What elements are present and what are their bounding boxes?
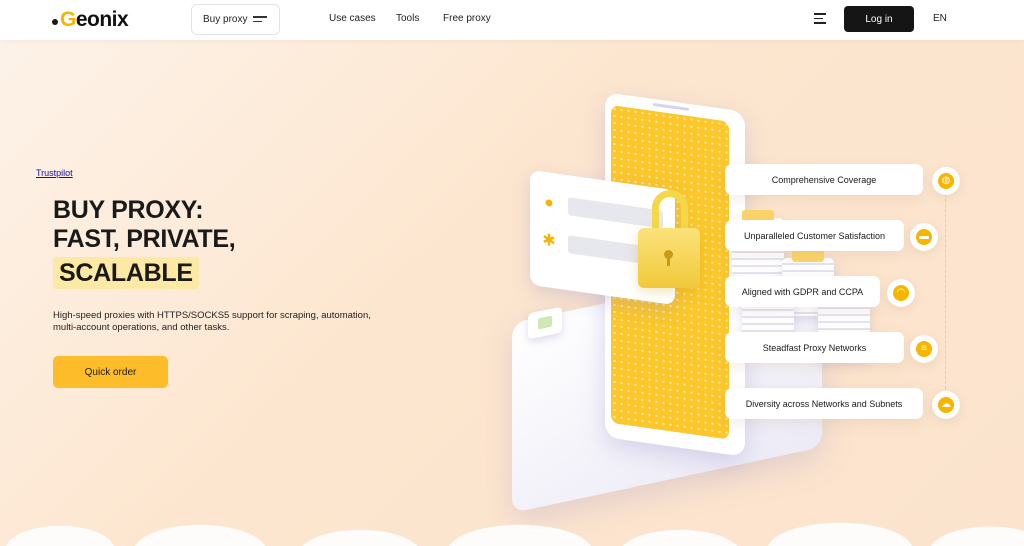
nav-tools[interactable]: Tools xyxy=(396,13,419,24)
cloud-network-icon: ☁ xyxy=(932,391,960,419)
hero-title-line2: FAST, PRIVATE, xyxy=(53,225,236,253)
cloud-decoration xyxy=(0,490,1024,546)
nav-free-proxy[interactable]: Free proxy xyxy=(443,13,491,24)
feature-card-networks: Steadfast Proxy Networks xyxy=(725,332,904,363)
buy-proxy-label: Buy proxy xyxy=(203,14,248,25)
feature-card-gdpr: Aligned with GDPR and CCPA xyxy=(725,276,880,307)
quick-order-button[interactable]: Quick order xyxy=(53,356,168,388)
buy-proxy-button[interactable]: Buy proxy xyxy=(191,4,280,35)
language-selector[interactable]: EN xyxy=(933,13,947,24)
hamburger-menu-icon[interactable] xyxy=(814,13,826,27)
padlock-icon xyxy=(638,228,700,288)
asterisk-icon: ✱ xyxy=(542,231,556,251)
geonix-logo[interactable]: G eonix xyxy=(52,8,129,32)
menu-lines-icon xyxy=(253,16,267,25)
feature-card-diversity: Diversity across Networks and Subnets xyxy=(725,388,923,419)
login-button[interactable]: Log in xyxy=(844,6,914,32)
hero-description: High-speed proxies with HTTPS/SOCKS5 sup… xyxy=(53,310,371,333)
nav-use-cases[interactable]: Use cases xyxy=(329,13,376,24)
globe-icon: ◍ xyxy=(932,167,960,195)
phone-notch xyxy=(653,102,689,111)
incognito-icon: ◠ xyxy=(887,279,915,307)
logo-text: eonix xyxy=(75,8,129,31)
server-icon: ≡ xyxy=(910,335,938,363)
trustpilot-link[interactable]: Trustpilot xyxy=(36,168,73,178)
logo-g: G xyxy=(60,8,76,31)
connector-line xyxy=(945,194,946,394)
hero-title-line1: BUY PROXY: xyxy=(53,196,204,224)
feature-card-coverage: Comprehensive Coverage xyxy=(725,164,923,195)
chat-icon: ▬ xyxy=(910,223,938,251)
logo-dot xyxy=(52,19,58,25)
username-row xyxy=(568,197,663,229)
feature-card-satisfaction: Unparalleled Customer Satisfaction xyxy=(725,220,904,251)
user-icon: ● xyxy=(544,193,554,213)
hero-title: BUY PROXY: FAST, PRIVATE, SCALABLE xyxy=(53,196,236,289)
hero-title-highlight: SCALABLE xyxy=(53,257,199,289)
site-header: G eonix Buy proxy Use cases Tools Free p… xyxy=(0,0,1024,40)
